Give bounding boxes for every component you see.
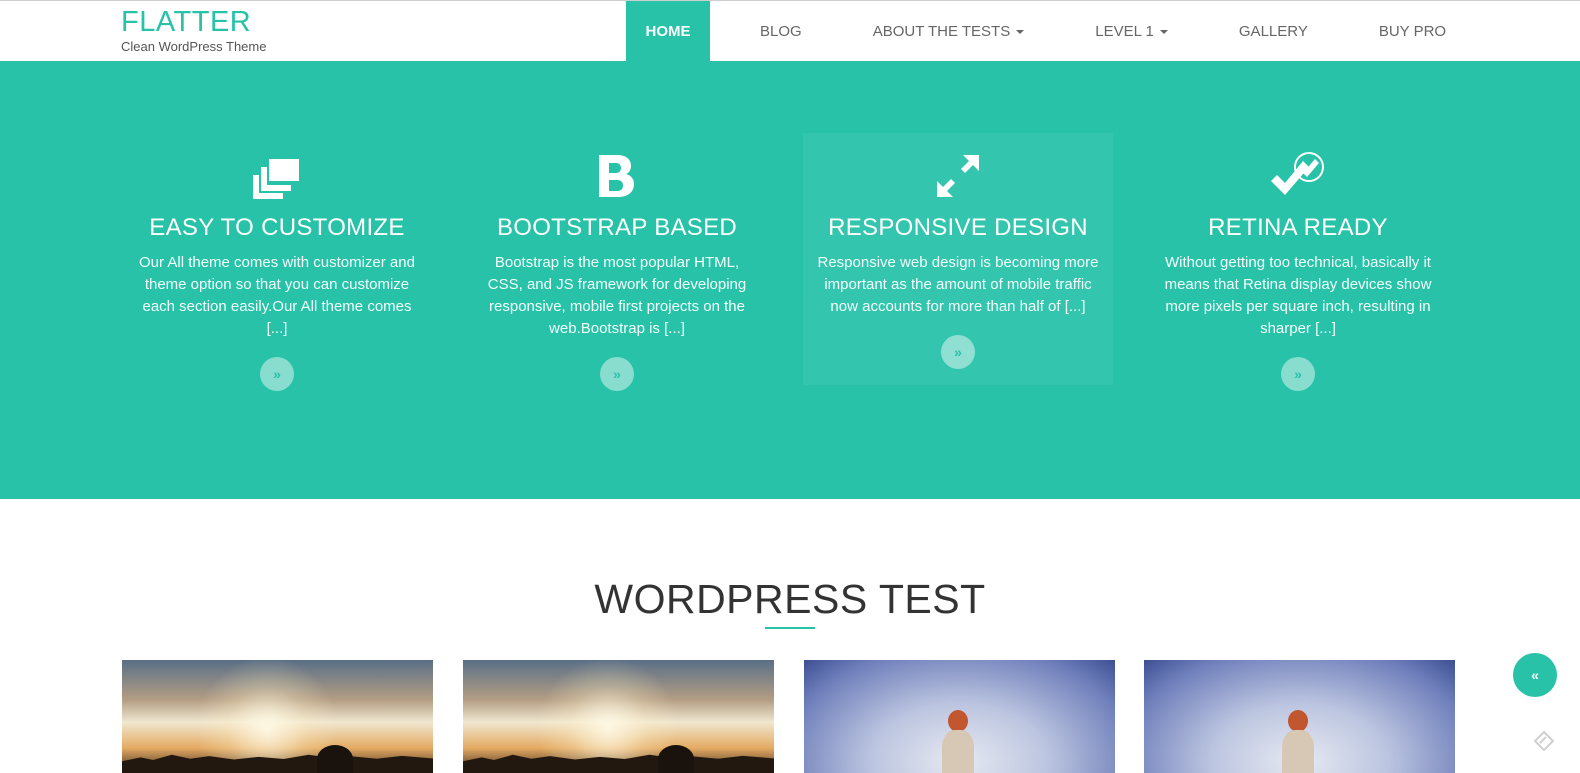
features-section: EASY TO CUSTOMIZE Our All theme comes wi…: [0, 61, 1580, 499]
feature-card: BOOTSTRAP BASED Bootstrap is the most po…: [462, 133, 772, 391]
post-thumbnail[interactable]: [1144, 660, 1455, 773]
section-title: WORDPRESS TEST: [594, 576, 986, 622]
person-silhouette: [317, 745, 353, 773]
feature-title: EASY TO CUSTOMIZE: [149, 214, 405, 241]
nav-gallery[interactable]: GALLERY: [1239, 1, 1308, 62]
nav-gallery-label: GALLERY: [1238, 23, 1308, 40]
feature-more-button[interactable]: »: [1281, 357, 1315, 391]
site-tagline: Clean WordPress Theme: [121, 39, 267, 54]
caret-down-icon: [1159, 29, 1168, 34]
nav-level1-label: LEVEL 1: [1095, 23, 1154, 40]
site-header: FLATTER Clean WordPress Theme HOME BLOG …: [0, 0, 1580, 62]
section-divider: [765, 627, 815, 629]
feature-title: BOOTSTRAP BASED: [496, 214, 738, 241]
nav-blog[interactable]: BLOG: [760, 1, 802, 62]
feature-more-button[interactable]: »: [941, 335, 975, 369]
feature-more-button[interactable]: »: [600, 357, 634, 391]
person-figure: [942, 710, 974, 773]
nav-blog-label: BLOG: [760, 23, 802, 40]
feature-card: EASY TO CUSTOMIZE Our All theme comes wi…: [122, 133, 432, 391]
feature-title: RESPONSIVE DESIGN: [828, 214, 1088, 241]
feature-text: Responsive web design is becoming more i…: [817, 254, 1099, 315]
post-thumbnail[interactable]: [122, 660, 433, 773]
bootstrap-icon: [462, 149, 772, 199]
feature-text: Without getting too technical, basically…: [1164, 254, 1432, 337]
nav-home[interactable]: HOME: [626, 1, 710, 62]
expand-arrows-icon: [803, 149, 1113, 199]
post-thumbnail[interactable]: [463, 660, 774, 773]
nav-level-1[interactable]: LEVEL 1: [1095, 1, 1168, 62]
feature-title: RETINA READY: [1208, 214, 1388, 241]
feature-card: RESPONSIVE DESIGN Responsive web design …: [803, 133, 1113, 385]
feature-text: Bootstrap is the most popular HTML, CSS,…: [487, 254, 747, 337]
caret-down-icon: [1016, 29, 1025, 34]
person-figure: [1282, 710, 1314, 773]
nav-buy-pro[interactable]: BUY PRO: [1379, 1, 1446, 62]
nav-about-label: ABOUT THE TESTS: [872, 23, 1011, 40]
main-nav: HOME BLOG ABOUT THE TESTS LEVEL 1 GALLER…: [626, 1, 1446, 62]
layers-icon: [122, 149, 432, 199]
nav-buypro-label: BUY PRO: [1378, 23, 1447, 40]
nav-about-the-tests[interactable]: ABOUT THE TESTS: [873, 1, 1025, 62]
feedly-icon[interactable]: [1534, 731, 1554, 751]
nav-home-label: HOME: [645, 23, 691, 40]
site-title[interactable]: FLATTER: [121, 7, 266, 37]
feature-card: RETINA READY Without getting too technic…: [1143, 133, 1453, 391]
back-to-top-button[interactable]: «: [1513, 653, 1557, 697]
person-silhouette: [658, 745, 694, 773]
check-pen-icon: [1143, 149, 1453, 199]
feature-text: Our All theme comes with customizer and …: [139, 254, 415, 337]
post-thumbnail[interactable]: [804, 660, 1115, 773]
brand[interactable]: FLATTER Clean WordPress Theme: [121, 7, 266, 54]
feature-more-button[interactable]: »: [260, 357, 294, 391]
